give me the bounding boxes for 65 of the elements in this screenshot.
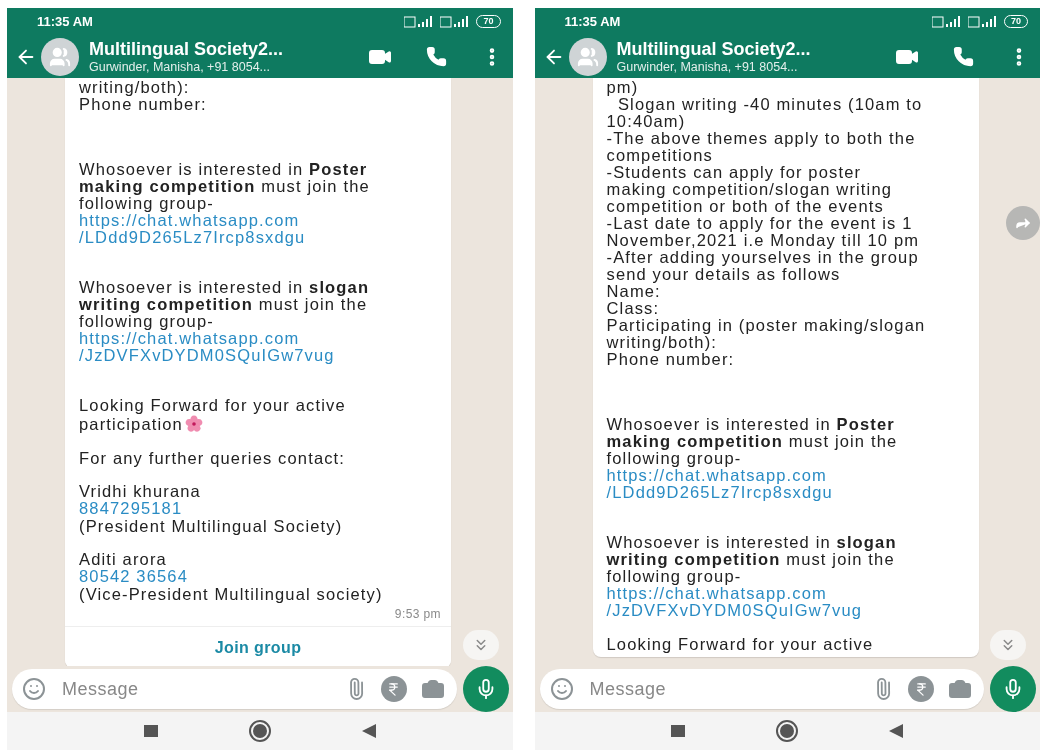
message-input[interactable]: Message	[60, 677, 331, 701]
message-link[interactable]: 8847295181	[79, 500, 183, 517]
emoji-icon[interactable]	[549, 677, 574, 701]
chat-members: Gurwinder, Manisha, +91 8054...	[616, 59, 799, 75]
message-text: Looking Forward for your active	[606, 636, 875, 653]
group-avatar-icon[interactable]	[41, 37, 79, 76]
scroll-down-icon[interactable]	[462, 630, 499, 660]
message-time: 9:53 pm	[394, 607, 441, 621]
message-text: Whosoever is interested in slogan writing competition must join the following group-	[606, 534, 898, 585]
back-icon[interactable]	[361, 724, 376, 738]
recents-icon[interactable]	[671, 725, 686, 737]
message-input[interactable]: Message	[587, 677, 858, 701]
message-text: pm)	[606, 79, 640, 96]
message-text: Whosoever is interested in Poster making competition must join the following group-	[606, 416, 899, 467]
message-link[interactable]: https://chat.whatsapp.com /LDdd9D265Lz7Ircp8sxdgu	[79, 212, 306, 246]
message-link[interactable]: https://chat.whatsapp.com /JzDVFXvDYDM0SQuIGw7vug	[606, 585, 863, 619]
home-icon[interactable]	[247, 719, 272, 743]
message-text: For any further queries contact:	[79, 450, 347, 467]
join-group-button[interactable]: Join group	[65, 626, 451, 666]
message-link[interactable]: 80542 36564	[79, 568, 188, 585]
message-text: Aditi arora	[79, 551, 168, 568]
chat-title[interactable]: Multilingual Society2...	[89, 38, 334, 60]
message-text: (Vice-President Multilingual society)	[79, 586, 384, 603]
message-text: Whosoever is interested in slogan writing competition must join the following group-	[79, 279, 371, 330]
message-text: -After adding yourselves in the group send your details as follows	[606, 249, 920, 283]
message-text: Vridhi khurana	[79, 483, 202, 500]
back-icon[interactable]	[889, 724, 904, 738]
signal-icon	[968, 15, 998, 28]
message-text: Class:	[606, 300, 661, 317]
microphone-button[interactable]	[462, 666, 509, 712]
message-text: Whosoever is interested in Poster making competition must join the following group-	[79, 161, 371, 212]
message-text: Phone number:	[606, 351, 736, 368]
camera-icon[interactable]	[420, 677, 445, 701]
phone-icon[interactable]	[953, 46, 974, 67]
signal-icon	[404, 15, 435, 28]
rupee-icon[interactable]	[908, 676, 934, 702]
emoji-icon[interactable]	[22, 677, 46, 701]
message-field[interactable]: Message	[12, 669, 457, 709]
message-text: -Last date to apply for the event is 1 November,2021 i.e Monday till 10 pm	[606, 215, 921, 249]
message-field[interactable]: Message	[539, 669, 984, 709]
rupee-icon[interactable]	[380, 676, 407, 702]
message-text: Phone number:	[79, 96, 208, 113]
message-text: writing/both):	[79, 79, 191, 96]
message-text: (President Multilingual Society)	[79, 518, 344, 535]
microphone-button[interactable]	[990, 666, 1036, 712]
signal-icon	[440, 15, 471, 28]
message-link[interactable]: https://chat.whatsapp.com /LDdd9D265Lz7Ircp8sxdgu	[606, 467, 833, 501]
chat-title[interactable]: Multilingual Society2...	[616, 38, 861, 60]
message-text: Participating in (poster making/slogan writing/both):	[606, 317, 927, 351]
status-time: 11:35 AM	[37, 14, 93, 29]
message-text: Slogan writing -40 minutes (10am to 10:40am)	[606, 96, 924, 130]
status-time: 11:35 AM	[564, 14, 621, 29]
recents-icon[interactable]	[143, 725, 158, 737]
message-text: Name:	[606, 283, 661, 300]
signal-icon	[932, 15, 962, 28]
camera-icon[interactable]	[948, 677, 972, 701]
group-avatar-icon[interactable]	[568, 37, 607, 76]
home-icon[interactable]	[775, 719, 800, 743]
message-text: -Students can apply for poster making competition/slogan writing competition or both of the events	[606, 164, 894, 215]
chat-members: Gurwinder, Manisha, +91 8054...	[89, 59, 271, 75]
phone-icon[interactable]	[425, 46, 447, 67]
message-text: -The above themes apply to both the competitions	[606, 130, 917, 164]
scroll-down-icon[interactable]	[990, 630, 1026, 660]
message-text: Looking Forward for your active participation	[79, 396, 347, 433]
message-link[interactable]: https://chat.whatsapp.com /JzDVFXvDYDM0SQuIGw7vug	[79, 330, 335, 364]
